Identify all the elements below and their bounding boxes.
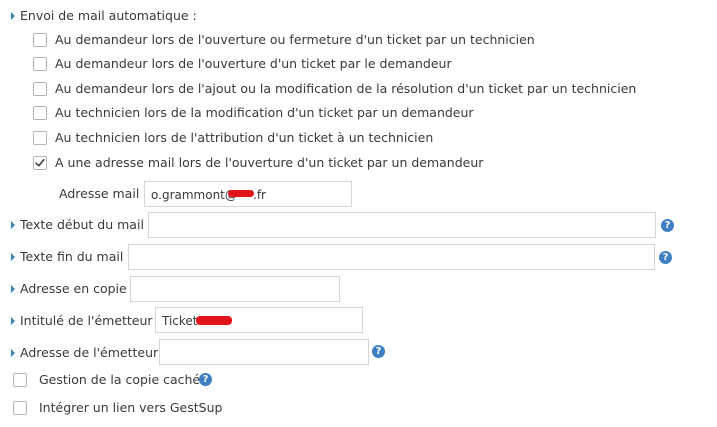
mail-auto-title: Envoi de mail automatique :: [20, 8, 197, 23]
checkbox-lien-gestsup[interactable]: [13, 401, 27, 415]
option-6-label: A une adresse mail lors de l'ouverture d…: [55, 155, 484, 170]
intitule-field[interactable]: Ticket: [155, 307, 363, 333]
caret-right-icon: [11, 285, 15, 293]
caret-right-icon: [11, 349, 15, 357]
caret-right-icon: [11, 221, 15, 229]
checkbox-option-5[interactable]: [33, 131, 47, 145]
checkbox-option-3[interactable]: [33, 82, 47, 96]
redaction-mark: [228, 190, 254, 197]
checkbox-option-4[interactable]: [33, 106, 47, 120]
option-3-label: Au demandeur lors de l'ajout ou la modif…: [55, 81, 637, 96]
checkbox-option-1[interactable]: [33, 33, 47, 47]
address-suffix: .fr: [253, 188, 266, 202]
question-circle-icon[interactable]: ?: [661, 219, 674, 232]
option-1-label: Au demandeur lors de l'ouverture ou ferm…: [55, 32, 535, 47]
question-circle-icon[interactable]: ?: [199, 373, 212, 386]
question-circle-icon[interactable]: ?: [372, 345, 385, 358]
lien-gestsup-label: Intégrer un lien vers GestSup: [39, 400, 223, 415]
copie-input[interactable]: [130, 276, 340, 302]
caret-right-icon: [11, 12, 15, 20]
question-circle-icon[interactable]: ?: [659, 251, 672, 264]
intitule-value: Ticket: [162, 314, 198, 328]
debut-input[interactable]: [148, 212, 656, 238]
emetteur-input[interactable]: [159, 339, 369, 365]
option-2-label: Au demandeur lors de l'ouverture d'un ti…: [55, 56, 452, 71]
debut-label: Texte début du mail :: [20, 217, 153, 232]
caret-right-icon: [11, 253, 15, 261]
checkbox-option-2[interactable]: [33, 57, 47, 71]
redaction-mark: [196, 316, 232, 325]
address-field[interactable]: o.grammont@ .fr: [144, 181, 352, 207]
copie-cachee-label: Gestion de la copie cachée: [39, 372, 208, 387]
option-4-label: Au technicien lors de la modification d'…: [55, 105, 474, 120]
checkbox-copie-cachee[interactable]: [13, 373, 27, 387]
fin-label: Texte fin du mail :: [20, 249, 132, 264]
copie-label: Adresse en copie :: [20, 281, 135, 296]
checkbox-option-6[interactable]: [33, 156, 47, 170]
address-value: o.grammont@: [151, 188, 237, 202]
option-5-label: Au technicien lors de l'attribution d'un…: [55, 130, 434, 145]
checkmark-icon: [35, 158, 45, 167]
caret-right-icon: [11, 317, 15, 325]
address-label: Adresse mail :: [59, 186, 148, 201]
intitule-label: Intitulé de l'émetteur :: [20, 313, 161, 328]
emetteur-label: Adresse de l'émetteur :: [20, 345, 167, 360]
fin-input[interactable]: [128, 244, 655, 270]
